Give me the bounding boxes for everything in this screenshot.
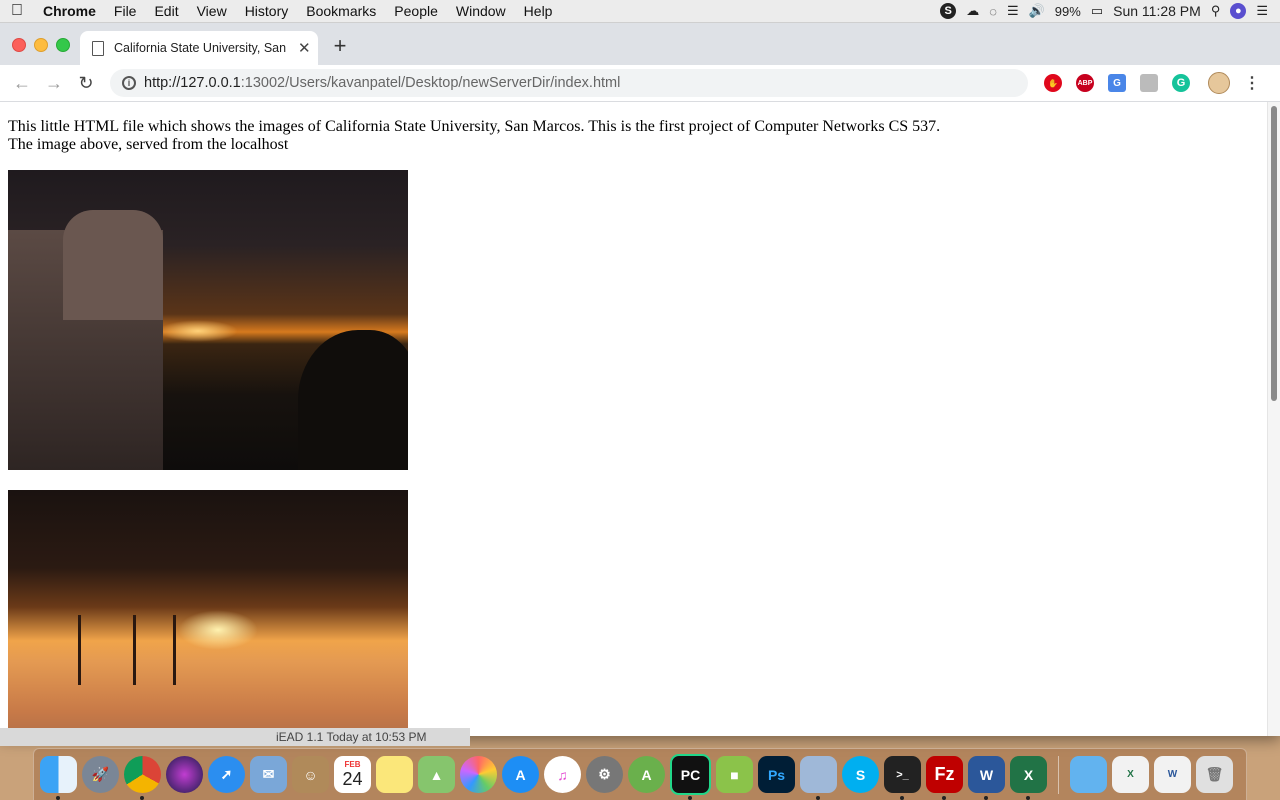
launchpad-icon[interactable]: 🚀: [82, 756, 119, 793]
skype-status-icon[interactable]: S: [940, 3, 957, 19]
extension-box-icon[interactable]: [1140, 74, 1158, 92]
skype-icon[interactable]: S: [842, 756, 879, 793]
safari-icon[interactable]: ➚: [208, 756, 245, 793]
folder-icon[interactable]: [1070, 756, 1107, 793]
menu-bar:  Chrome File Edit View History Bookmark…: [0, 0, 1280, 23]
trash-icon[interactable]: 🗑: [1196, 756, 1233, 793]
word-icon[interactable]: W: [968, 756, 1005, 800]
android-icon[interactable]: ■: [716, 756, 753, 793]
word-document-icon[interactable]: W: [1154, 756, 1191, 793]
url-path: :13002/Users/kavanpatel/Desktop/newServe…: [240, 75, 621, 91]
excel-icon[interactable]: X: [1010, 756, 1047, 800]
browser-window: California State University, San ✕ + ← →…: [0, 23, 1280, 736]
itunes-icon[interactable]: ♫: [544, 756, 581, 793]
menu-bookmarks[interactable]: Bookmarks: [297, 3, 385, 19]
reload-button[interactable]: ↻: [70, 73, 102, 94]
campus-photo-2: [8, 490, 408, 736]
intro-text: This little HTML file which shows the im…: [8, 118, 941, 135]
calendar-icon[interactable]: FEB 24: [334, 756, 371, 793]
apple-icon[interactable]: : [0, 2, 34, 20]
page-text: This little HTML file which shows the im…: [8, 118, 940, 154]
close-tab-icon[interactable]: ✕: [298, 39, 311, 57]
filezilla-icon[interactable]: Fz: [926, 756, 963, 800]
app-store-icon[interactable]: A: [502, 756, 539, 793]
wifi-icon[interactable]: ☰: [1007, 3, 1019, 19]
maximize-window-button[interactable]: [56, 38, 70, 52]
close-window-button[interactable]: [12, 38, 26, 52]
menu-history[interactable]: History: [236, 3, 298, 19]
menu-app-chrome[interactable]: Chrome: [34, 3, 105, 19]
clock[interactable]: Sun 11:28 PM: [1113, 3, 1201, 19]
campus-photo-1: [8, 170, 408, 470]
vertical-scrollbar[interactable]: [1267, 102, 1280, 736]
creative-cloud-icon[interactable]: ☁: [966, 3, 979, 19]
url-host: http://127.0.0.1: [144, 75, 241, 91]
calendar-day: 24: [342, 768, 363, 789]
new-tab-button[interactable]: +: [330, 35, 350, 57]
battery-percent: 99%: [1054, 3, 1081, 19]
maps-icon[interactable]: ▲: [418, 756, 455, 793]
calendar-month: FEB: [344, 759, 361, 769]
translate-icon[interactable]: G: [1108, 74, 1126, 92]
excel-document-icon[interactable]: X: [1112, 756, 1149, 793]
pycharm-icon[interactable]: PC: [670, 754, 711, 800]
sync-icon[interactable]: ◌: [989, 4, 997, 19]
notes-icon[interactable]: [376, 756, 413, 793]
background-window-text: iEAD 1.1 Today at 10:53 PM: [276, 730, 427, 744]
tower-shape: [63, 210, 163, 320]
minimize-window-button[interactable]: [34, 38, 48, 52]
caption-text: The image above, served from the localho…: [8, 136, 289, 153]
browser-toolbar: ← → ↻ i http://127.0.0.1:13002/Users/kav…: [0, 65, 1280, 102]
menu-window[interactable]: Window: [447, 3, 515, 19]
menu-help[interactable]: Help: [515, 3, 562, 19]
background-window-strip[interactable]: iEAD 1.1 Today at 10:53 PM: [0, 728, 470, 746]
siri-icon[interactable]: ●: [1230, 3, 1247, 19]
tab-active[interactable]: California State University, San ✕: [80, 31, 318, 65]
spotlight-search-icon[interactable]: ⚲: [1211, 3, 1221, 19]
finder-icon[interactable]: [40, 756, 77, 800]
sun-glow: [178, 610, 258, 650]
abp-icon[interactable]: ABP: [1076, 74, 1094, 92]
photos-icon[interactable]: [460, 756, 497, 793]
extensions: ✋ ABP G G: [1044, 74, 1190, 92]
menu-edit[interactable]: Edit: [145, 3, 187, 19]
photoshop-icon[interactable]: Ps: [758, 756, 795, 793]
site-info-icon[interactable]: i: [122, 76, 136, 90]
flagpole: [78, 615, 81, 685]
dock: 🚀 ➚ ✉ ☺ FEB 24 ▲ A ♫ ⚙ A PC ■ Ps S >_ Fz…: [33, 748, 1247, 800]
sun-glow: [158, 320, 238, 342]
flagpole: [173, 615, 176, 685]
forward-button[interactable]: →: [38, 73, 70, 94]
mail-icon[interactable]: ✉: [250, 756, 287, 793]
terminal-icon[interactable]: >_: [884, 756, 921, 800]
chrome-icon[interactable]: [124, 756, 161, 800]
tree-shape: [298, 330, 408, 470]
chrome-menu-icon[interactable]: ⋮: [1244, 73, 1260, 93]
flagpole: [133, 615, 136, 685]
notification-center-icon[interactable]: ☰: [1256, 3, 1268, 19]
page-content: This little HTML file which shows the im…: [0, 102, 1268, 736]
siri-icon[interactable]: [166, 756, 203, 793]
android-studio-icon[interactable]: A: [628, 756, 665, 793]
window-controls: [12, 38, 70, 52]
back-button[interactable]: ←: [6, 73, 38, 94]
battery-icon[interactable]: ▭: [1091, 3, 1103, 19]
volume-icon[interactable]: 🔊: [1029, 3, 1045, 19]
menu-view[interactable]: View: [188, 3, 236, 19]
virtualbox-icon[interactable]: [800, 756, 837, 800]
document-icon: [92, 40, 104, 56]
scrollbar-thumb[interactable]: [1271, 106, 1277, 401]
tab-title: California State University, San: [114, 41, 287, 55]
grammarly-icon[interactable]: G: [1172, 74, 1190, 92]
adblock-stop-icon[interactable]: ✋: [1044, 74, 1062, 92]
tab-strip: California State University, San ✕ +: [0, 23, 1280, 65]
contacts-icon[interactable]: ☺: [292, 756, 329, 793]
address-bar[interactable]: i http://127.0.0.1:13002/Users/kavanpate…: [110, 69, 1028, 97]
dock-separator: [1058, 755, 1059, 794]
menu-people[interactable]: People: [385, 3, 447, 19]
system-preferences-icon[interactable]: ⚙: [586, 756, 623, 793]
menu-file[interactable]: File: [105, 3, 146, 19]
profile-avatar[interactable]: [1208, 72, 1230, 94]
